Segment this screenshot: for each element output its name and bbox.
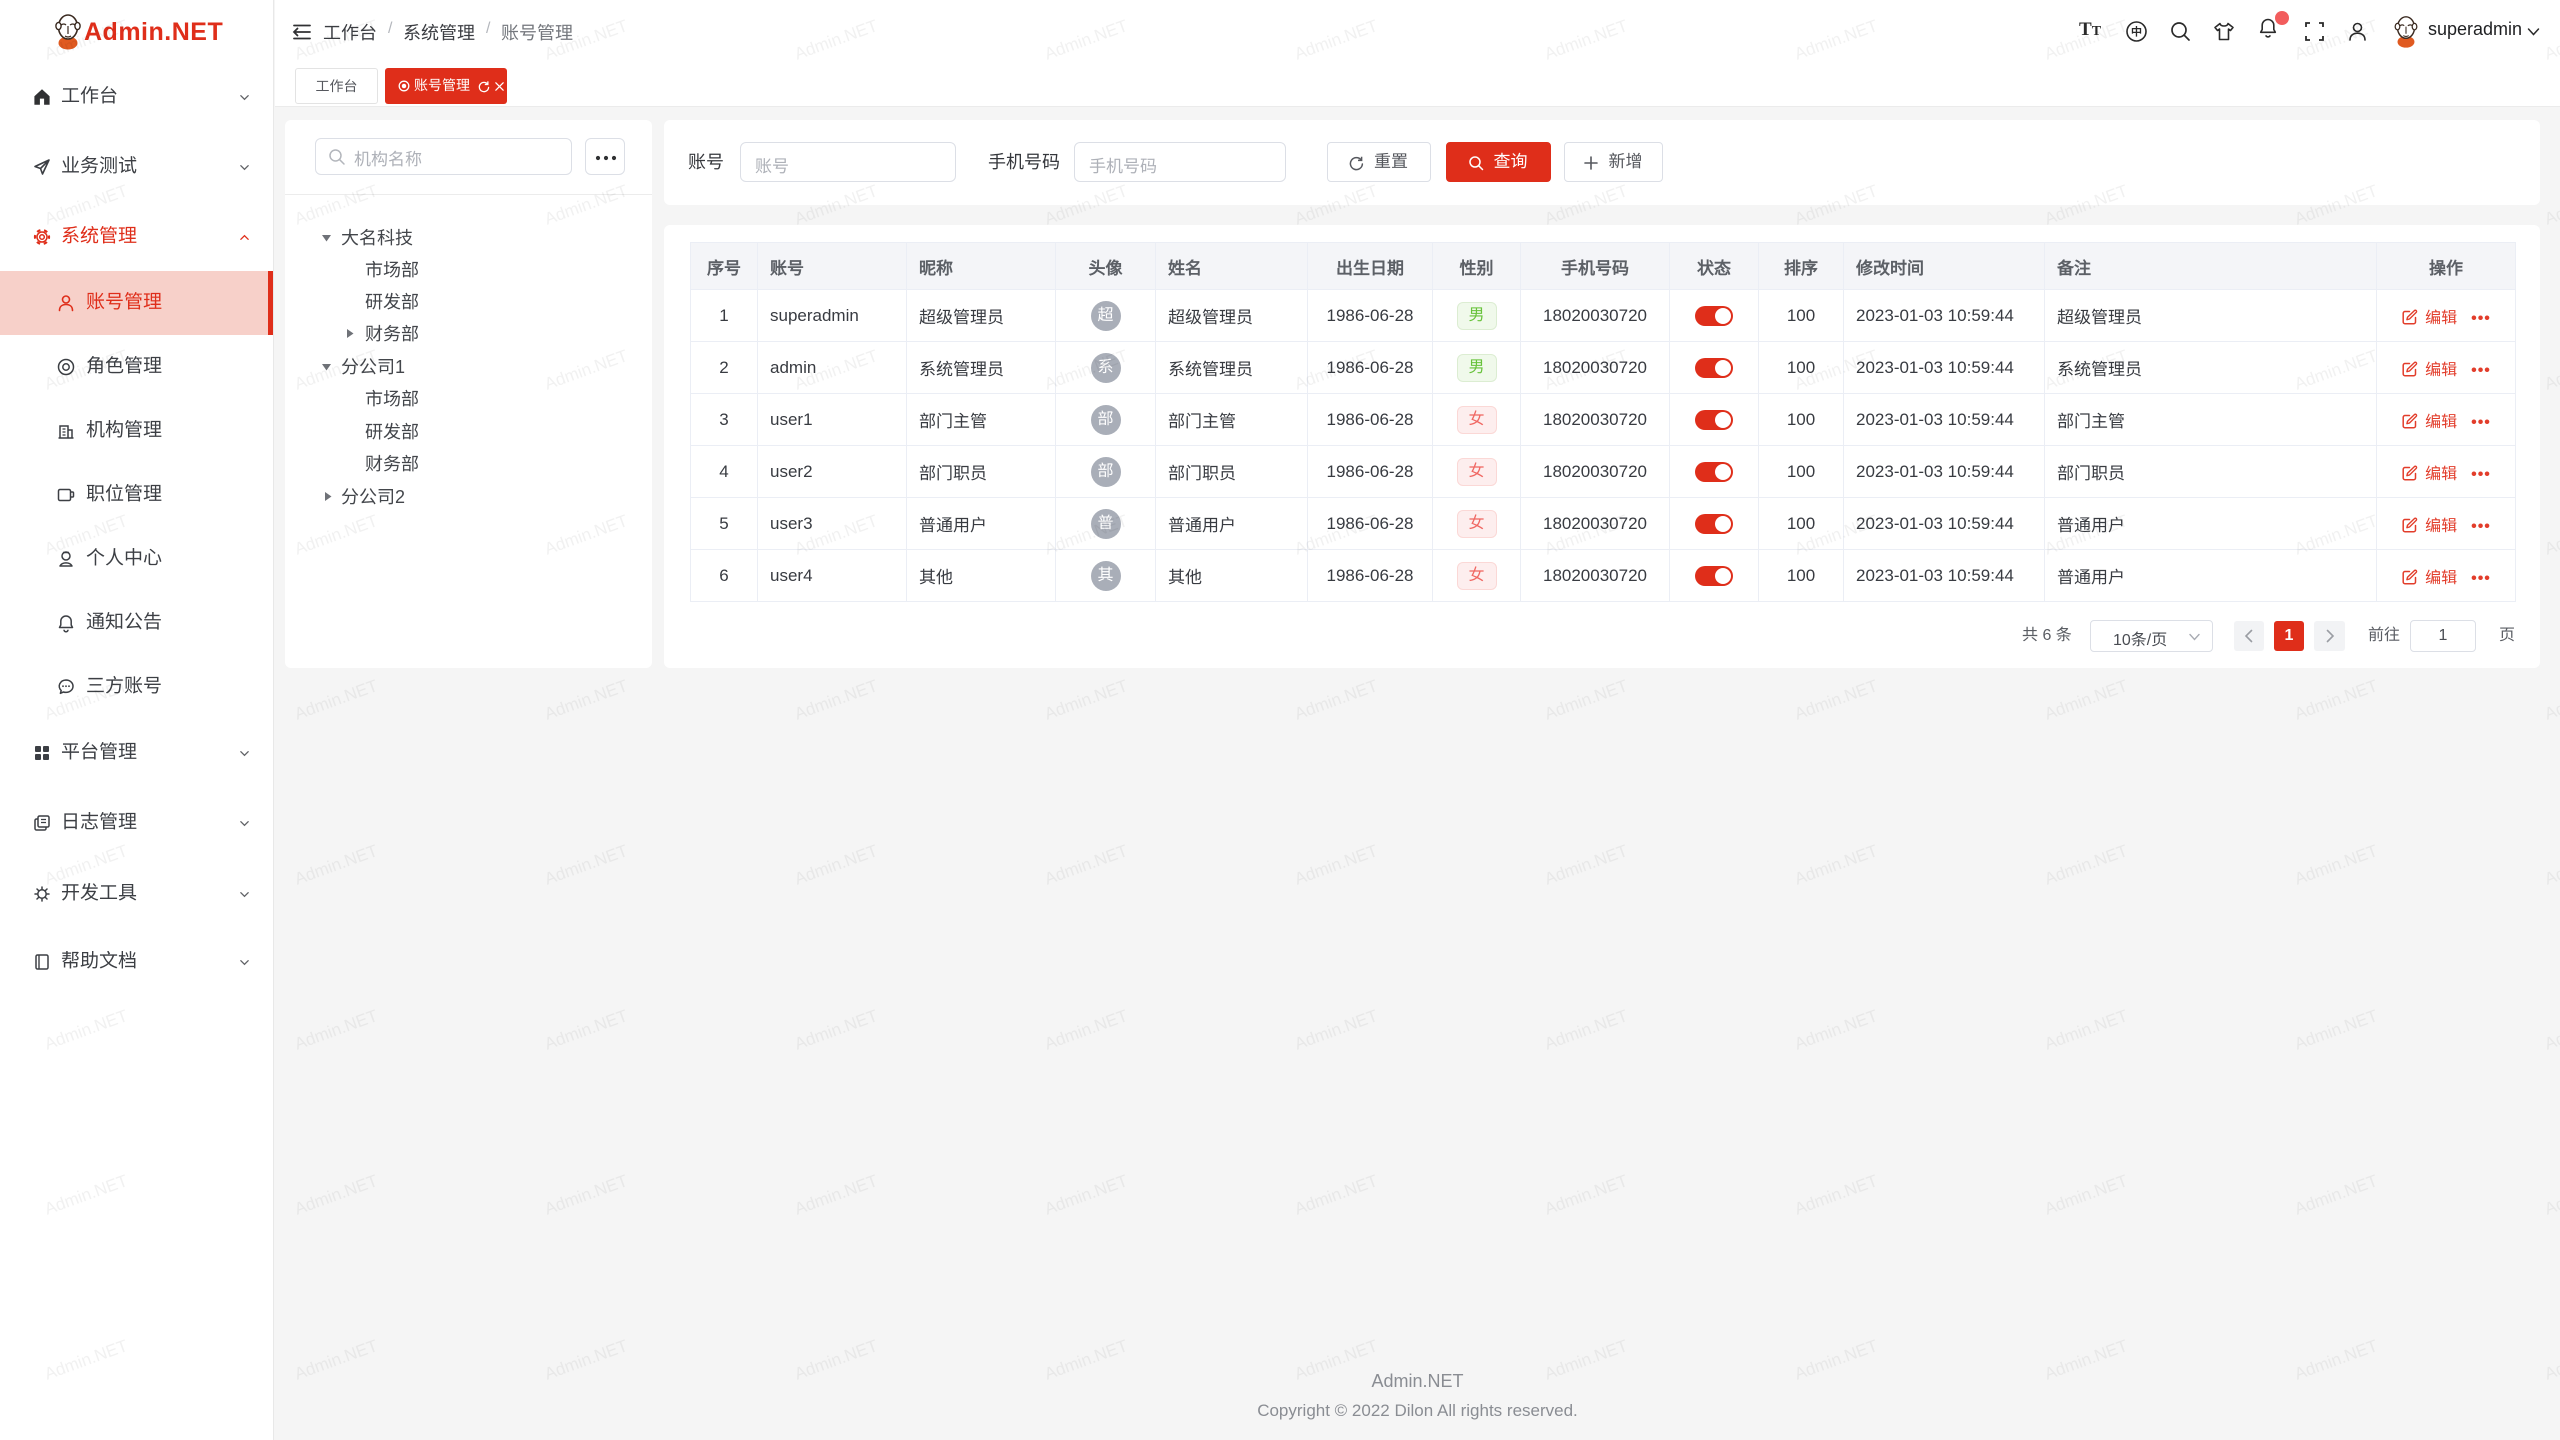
svg-text:中: 中 bbox=[2131, 26, 2142, 39]
